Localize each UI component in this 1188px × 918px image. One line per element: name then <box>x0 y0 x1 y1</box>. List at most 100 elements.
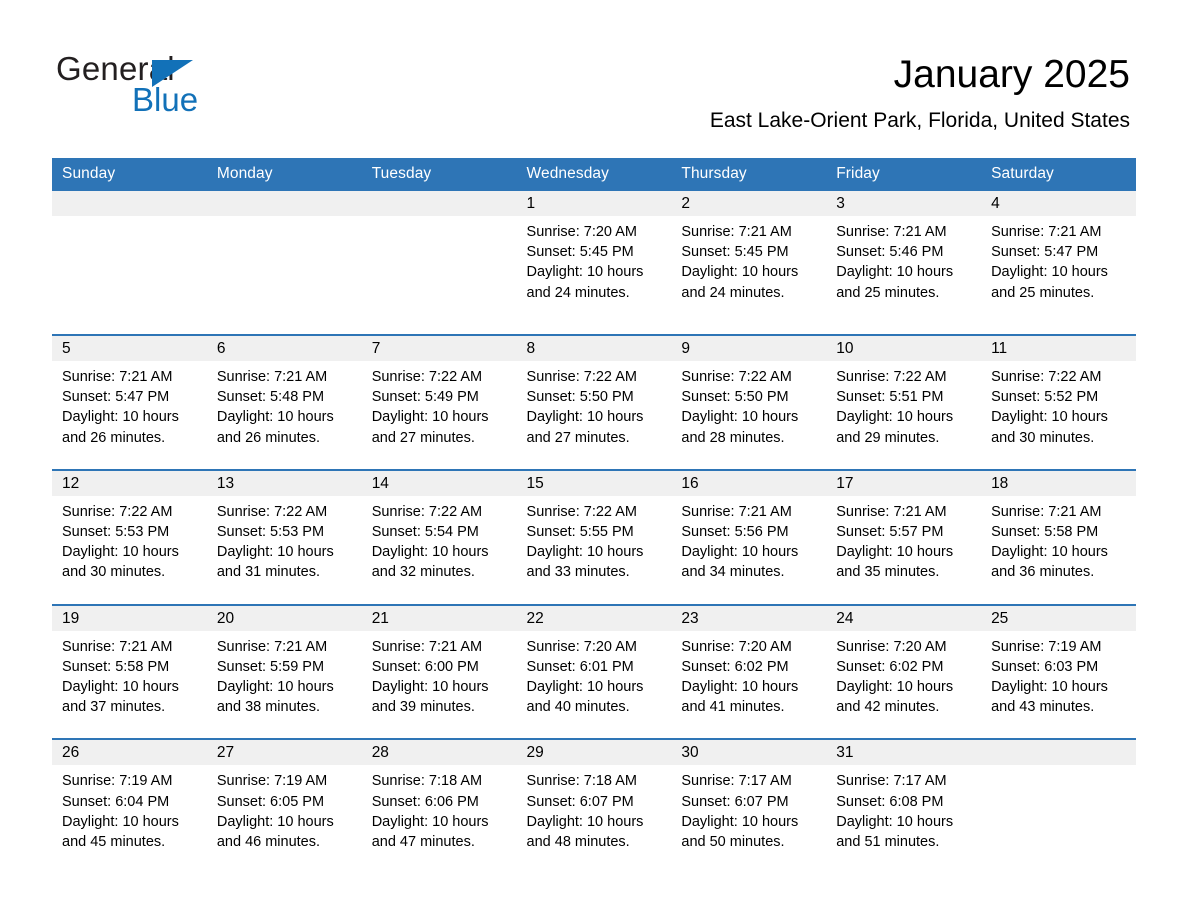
day-details: Sunrise: 7:21 AM Sunset: 5:45 PM Daylight:… <box>671 216 826 313</box>
day-detail-line: Sunset: 5:45 PM <box>526 244 634 261</box>
column-header-monday: Monday <box>206 158 362 191</box>
day-details <box>981 765 1136 860</box>
day-detail-line: Sunrise: 7:21 AM <box>62 369 173 385</box>
calendar-day-cell[interactable]: 24 Sunrise: 7:20 AM Sunset: 6:02 PM Dayligh… <box>826 603 982 728</box>
calendar-day-cell[interactable]: 27 Sunrise: 7:19 AM Sunset: 6:05 PM Dayligh… <box>206 738 362 863</box>
day-detail-line: Sunset: 6:01 PM <box>526 658 634 675</box>
day-detail-line: Daylight: 10 hours <box>526 679 644 696</box>
day-detail-line: and 31 minutes. <box>216 564 321 581</box>
day-detail-line: Sunset: 6:02 PM <box>836 658 944 675</box>
day-details: Sunrise: 7:20 AM Sunset: 5:45 PM Daylight:… <box>517 216 672 313</box>
day-number: 18 <box>981 470 1136 496</box>
day-detail-line: Sunset: 5:53 PM <box>216 524 325 541</box>
calendar-day-cell[interactable]: 1 Sunrise: 7:20 AM Sunset: 5:45 PM Daylight… <box>516 191 672 323</box>
calendar-day-cell[interactable]: 13 Sunrise: 7:22 AM Sunset: 5:53 PM Dayligh… <box>206 468 362 593</box>
day-detail-line: Daylight: 10 hours <box>62 679 179 696</box>
week-spacer <box>52 457 1136 470</box>
calendar-day-cell[interactable]: 2 Sunrise: 7:21 AM Sunset: 5:45 PM Daylight… <box>671 191 827 323</box>
day-number: 30 <box>671 740 827 766</box>
calendar-day-cell[interactable]: 11 Sunrise: 7:22 AM Sunset: 5:52 PM Dayligh… <box>981 334 1136 458</box>
calendar-header-row: Sunday Monday Tuesday Wednesday Thursday Frid… <box>52 158 1136 191</box>
day-details: Sunrise: 7:18 AM Sunset: 6:07 PM Daylight:… <box>517 765 672 862</box>
day-detail-line: and 27 minutes. <box>526 429 630 446</box>
calendar-day-cell[interactable]: 23 Sunrise: 7:20 AM Sunset: 6:02 PM Dayligh… <box>671 603 827 728</box>
calendar-day-cell[interactable]: 22 Sunrise: 7:20 AM Sunset: 6:01 PM Dayligh… <box>516 603 672 728</box>
calendar-day-cell[interactable]: 17 Sunrise: 7:21 AM Sunset: 5:57 PM Dayligh… <box>826 468 982 593</box>
calendar-day-cell[interactable]: 30 Sunrise: 7:17 AM Sunset: 6:07 PM Dayligh… <box>671 738 827 863</box>
day-detail-line: Daylight: 10 hours <box>371 679 489 696</box>
day-number: 10 <box>826 336 982 361</box>
day-detail-line: Sunrise: 7:19 AM <box>62 773 173 790</box>
day-detail-line: Daylight: 10 hours <box>62 544 179 561</box>
calendar-body: 1 Sunrise: 7:20 AM Sunset: 5:45 PM Daylight… <box>52 191 1136 863</box>
day-detail-line: Sunrise: 7:19 AM <box>216 773 328 790</box>
day-detail-line: Sunset: 6:05 PM <box>216 793 325 810</box>
calendar-day-cell[interactable]: 18 Sunrise: 7:21 AM Sunset: 5:58 PM Dayligh… <box>981 468 1136 593</box>
calendar-day-cell[interactable]: 6 Sunrise: 7:21 AM Sunset: 5:48 PM Daylight… <box>206 334 362 458</box>
calendar-day-cell[interactable]: 21 Sunrise: 7:21 AM Sunset: 6:00 PM Dayligh… <box>361 603 517 728</box>
calendar-day-cell[interactable]: 28 Sunrise: 7:18 AM Sunset: 6:06 PM Dayligh… <box>361 738 517 863</box>
day-details: Sunrise: 7:21 AM Sunset: 5:47 PM Daylight:… <box>52 361 207 458</box>
day-detail-line: and 28 minutes. <box>681 429 785 446</box>
day-detail-line: and 26 minutes. <box>62 429 166 446</box>
calendar-day-cell[interactable]: 26 Sunrise: 7:19 AM Sunset: 6:04 PM Dayligh… <box>52 738 207 863</box>
day-number: 23 <box>671 605 827 631</box>
day-detail-line: Sunset: 5:46 PM <box>836 244 944 261</box>
day-number: 4 <box>981 191 1136 216</box>
general-blue-logo[interactable]: General Blue <box>56 52 276 126</box>
day-details: Sunrise: 7:22 AM Sunset: 5:53 PM Daylight:… <box>207 496 362 593</box>
day-detail-line: Sunrise: 7:22 AM <box>836 369 947 385</box>
calendar-day-cell[interactable]: 10 Sunrise: 7:22 AM Sunset: 5:51 PM Dayligh… <box>826 334 982 458</box>
logo-text-blue: Blue <box>132 81 199 118</box>
calendar-day-cell[interactable]: 4 Sunrise: 7:21 AM Sunset: 5:47 PM Daylight… <box>981 191 1136 323</box>
day-details <box>207 216 362 311</box>
calendar-day-cell[interactable]: 14 Sunrise: 7:22 AM Sunset: 5:54 PM Dayligh… <box>361 468 517 593</box>
calendar-day-cell[interactable]: 8 Sunrise: 7:22 AM Sunset: 5:50 PM Daylight… <box>516 334 672 458</box>
day-detail-line: and 24 minutes. <box>681 284 785 301</box>
day-details: Sunrise: 7:22 AM Sunset: 5:53 PM Daylight:… <box>52 496 207 593</box>
day-detail-line: and 33 minutes. <box>526 564 630 581</box>
day-detail-line: Sunrise: 7:20 AM <box>681 638 792 655</box>
calendar-day-cell[interactable]: 16 Sunrise: 7:21 AM Sunset: 5:56 PM Dayligh… <box>671 468 827 593</box>
day-details: Sunrise: 7:19 AM Sunset: 6:03 PM Daylight:… <box>981 631 1136 728</box>
day-detail-line: and 25 minutes. <box>836 284 940 301</box>
calendar-day-cell[interactable]: 5 Sunrise: 7:21 AM Sunset: 5:47 PM Daylight… <box>52 334 207 458</box>
day-details: Sunrise: 7:21 AM Sunset: 5:59 PM Daylight:… <box>207 631 362 728</box>
day-detail-line: Daylight: 10 hours <box>991 264 1108 281</box>
calendar-day-cell[interactable]: 9 Sunrise: 7:22 AM Sunset: 5:50 PM Daylight… <box>671 334 827 458</box>
week-spacer <box>52 727 1136 740</box>
day-details: Sunrise: 7:22 AM Sunset: 5:51 PM Daylight:… <box>826 361 981 458</box>
day-detail-line: and 25 minutes. <box>991 284 1095 301</box>
week-spacer <box>52 592 1136 605</box>
column-header-saturday: Saturday <box>981 158 1136 191</box>
day-detail-line: Sunset: 5:56 PM <box>681 524 789 541</box>
calendar-day-cell[interactable]: 29 Sunrise: 7:18 AM Sunset: 6:07 PM Dayligh… <box>516 738 672 863</box>
calendar-day-cell[interactable]: 12 Sunrise: 7:22 AM Sunset: 5:53 PM Dayligh… <box>52 468 207 593</box>
day-detail-line: Daylight: 10 hours <box>991 679 1108 696</box>
day-detail-line: Sunset: 6:08 PM <box>836 793 944 810</box>
day-detail-line: Daylight: 10 hours <box>216 679 334 696</box>
day-detail-line: Daylight: 10 hours <box>836 679 954 696</box>
day-detail-line: Sunset: 5:50 PM <box>526 389 634 406</box>
calendar-day-cell[interactable]: 20 Sunrise: 7:21 AM Sunset: 5:59 PM Dayligh… <box>206 603 362 728</box>
calendar-day-cell[interactable]: 31 Sunrise: 7:17 AM Sunset: 6:08 PM Dayligh… <box>826 738 982 863</box>
day-details: Sunrise: 7:21 AM Sunset: 5:56 PM Daylight:… <box>671 496 826 593</box>
day-detail-line: Sunrise: 7:18 AM <box>371 773 483 790</box>
day-detail-line: and 29 minutes. <box>836 429 940 446</box>
calendar-day-cell[interactable]: 15 Sunrise: 7:22 AM Sunset: 5:55 PM Dayligh… <box>516 468 672 593</box>
day-detail-line: and 48 minutes. <box>526 834 630 851</box>
week-spacer-cell <box>52 727 1136 740</box>
day-detail-line: and 34 minutes. <box>681 564 785 581</box>
day-detail-line: and 47 minutes. <box>371 834 475 851</box>
calendar-day-cell[interactable]: 19 Sunrise: 7:21 AM Sunset: 5:58 PM Dayligh… <box>52 603 207 728</box>
day-detail-line: Sunset: 5:48 PM <box>216 389 325 406</box>
day-detail-line: and 30 minutes. <box>991 429 1095 446</box>
day-detail-line: and 40 minutes. <box>526 699 630 716</box>
calendar-day-cell[interactable]: 7 Sunrise: 7:22 AM Sunset: 5:49 PM Daylight… <box>361 334 517 458</box>
day-details: Sunrise: 7:20 AM Sunset: 6:02 PM Daylight:… <box>671 631 826 728</box>
day-detail-line: Sunset: 5:49 PM <box>371 389 479 406</box>
day-detail-line: Daylight: 10 hours <box>62 409 179 426</box>
day-number <box>981 740 1136 766</box>
calendar-day-cell[interactable]: 25 Sunrise: 7:19 AM Sunset: 6:03 PM Dayligh… <box>981 603 1136 728</box>
calendar-day-cell[interactable]: 3 Sunrise: 7:21 AM Sunset: 5:46 PM Daylight… <box>826 191 982 323</box>
